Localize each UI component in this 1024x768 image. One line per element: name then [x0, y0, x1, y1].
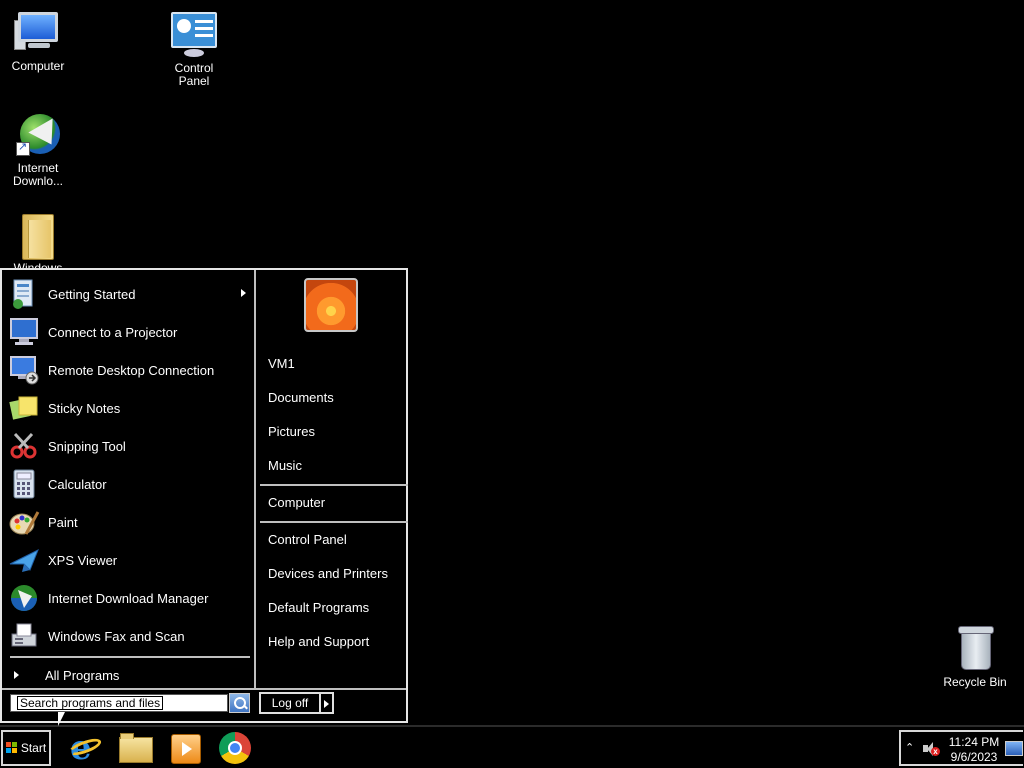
search-icon[interactable]: [229, 693, 250, 713]
media-player-icon[interactable]: [168, 731, 202, 765]
place-control-panel[interactable]: Control Panel: [268, 532, 347, 547]
user-picture-avatar[interactable]: [304, 278, 358, 332]
place-help-support[interactable]: Help and Support: [268, 634, 369, 649]
place-default-programs[interactable]: Default Programs: [268, 600, 369, 615]
desktop-icon-recycle-bin[interactable]: Recycle Bin: [937, 626, 1013, 689]
program-label: XPS Viewer: [48, 552, 118, 568]
start-menu-programs: Getting Started Connect to a Projector R…: [2, 270, 254, 688]
desktop-icon-label: Recycle Bin: [943, 675, 1007, 689]
show-hidden-icons-chevron-icon[interactable]: ⌃: [905, 741, 914, 754]
recycle-bin-icon: [951, 626, 999, 672]
desktop-icon-label: Computer: [11, 59, 65, 73]
paint-icon: [8, 506, 40, 538]
place-pictures[interactable]: Pictures: [268, 424, 315, 439]
chrome-icon[interactable]: [218, 731, 252, 765]
desktop-icon-label: Internet Downlo...: [12, 161, 64, 188]
remote-desktop-icon: [8, 354, 40, 386]
program-label: Sticky Notes: [48, 400, 121, 416]
shutdown-options-arrow-button[interactable]: [321, 692, 334, 714]
start-label: Start: [20, 741, 47, 755]
desktop-icon-internet-download-manager[interactable]: Internet Downlo...: [0, 112, 76, 188]
program-label: Connect to a Projector: [48, 324, 178, 340]
sticky-notes-icon: [8, 392, 40, 424]
xps-viewer-icon: [8, 544, 40, 576]
desktop-icon-control-panel[interactable]: Control Panel: [156, 12, 232, 88]
clock-date[interactable]: 9/6/2023: [945, 750, 1003, 764]
log-off-button[interactable]: Log off: [259, 692, 321, 714]
control-panel-icon: [170, 12, 218, 58]
start-button[interactable]: Start: [1, 730, 51, 766]
start-menu-places: VM1 Documents Pictures Music Computer Co…: [256, 270, 408, 688]
computer-icon: [14, 10, 62, 56]
divider: [260, 484, 408, 486]
folder-icon: [14, 212, 62, 260]
desktop-icon-label: Control Panel: [174, 61, 214, 88]
search-placeholder: Search programs and files: [17, 696, 164, 710]
start-menu: Getting Started Connect to a Projector R…: [0, 268, 408, 723]
program-label: Paint: [48, 514, 78, 530]
divider: [10, 656, 250, 658]
program-calculator[interactable]: Calculator: [8, 467, 252, 501]
divider: [2, 688, 406, 690]
program-label: Windows Fax and Scan: [48, 628, 185, 644]
internet-download-manager-icon: [14, 112, 64, 158]
program-snipping-tool[interactable]: Snipping Tool: [8, 429, 252, 463]
snipping-tool-icon: [8, 430, 40, 462]
taskbar: Start e ⌃ x 11:24 PM 9/6/2023: [0, 725, 1024, 768]
windows-logo-icon: [5, 742, 18, 754]
place-user-folder[interactable]: VM1: [268, 356, 295, 371]
program-label: Remote Desktop Connection: [48, 362, 215, 378]
program-label: Calculator: [48, 476, 107, 492]
show-desktop-icon[interactable]: [1005, 741, 1023, 756]
system-tray: ⌃ x 11:24 PM 9/6/2023: [899, 730, 1023, 766]
program-xps-viewer[interactable]: XPS Viewer: [8, 543, 252, 577]
program-label: Internet Download Manager: [48, 590, 209, 606]
program-remote-desktop[interactable]: Remote Desktop Connection: [8, 353, 252, 387]
program-windows-fax-scan[interactable]: Windows Fax and Scan: [8, 619, 252, 653]
program-getting-started[interactable]: Getting Started: [8, 277, 252, 311]
program-label: Snipping Tool: [48, 438, 126, 454]
all-programs-button[interactable]: All Programs: [8, 663, 248, 687]
internet-download-manager-icon: [8, 582, 40, 614]
projector-icon: [8, 316, 40, 348]
getting-started-icon: [8, 278, 40, 310]
place-devices-printers[interactable]: Devices and Printers: [268, 566, 388, 581]
place-music[interactable]: Music: [268, 458, 302, 473]
program-paint[interactable]: Paint: [8, 505, 252, 539]
place-documents[interactable]: Documents: [268, 390, 334, 405]
internet-explorer-icon[interactable]: e: [66, 731, 104, 765]
fax-scan-icon: [8, 620, 40, 652]
program-sticky-notes[interactable]: Sticky Notes: [8, 391, 252, 425]
program-internet-download-manager[interactable]: Internet Download Manager: [8, 581, 252, 615]
arrow-right-icon: [14, 671, 19, 679]
program-connect-projector[interactable]: Connect to a Projector: [8, 315, 252, 349]
search-input[interactable]: Search programs and files: [10, 694, 228, 712]
all-programs-label: All Programs: [45, 667, 120, 683]
speaker-muted-icon[interactable]: x: [923, 742, 940, 756]
windows-explorer-icon[interactable]: [118, 731, 153, 765]
divider: [260, 521, 408, 523]
desktop-icon-computer[interactable]: Computer: [0, 10, 76, 73]
mouse-cursor-icon: [58, 712, 65, 726]
submenu-arrow-icon: [241, 289, 246, 297]
calculator-icon: [8, 468, 40, 500]
clock-time[interactable]: 11:24 PM: [945, 735, 1003, 749]
program-label: Getting Started: [48, 286, 136, 302]
place-computer[interactable]: Computer: [268, 495, 325, 510]
